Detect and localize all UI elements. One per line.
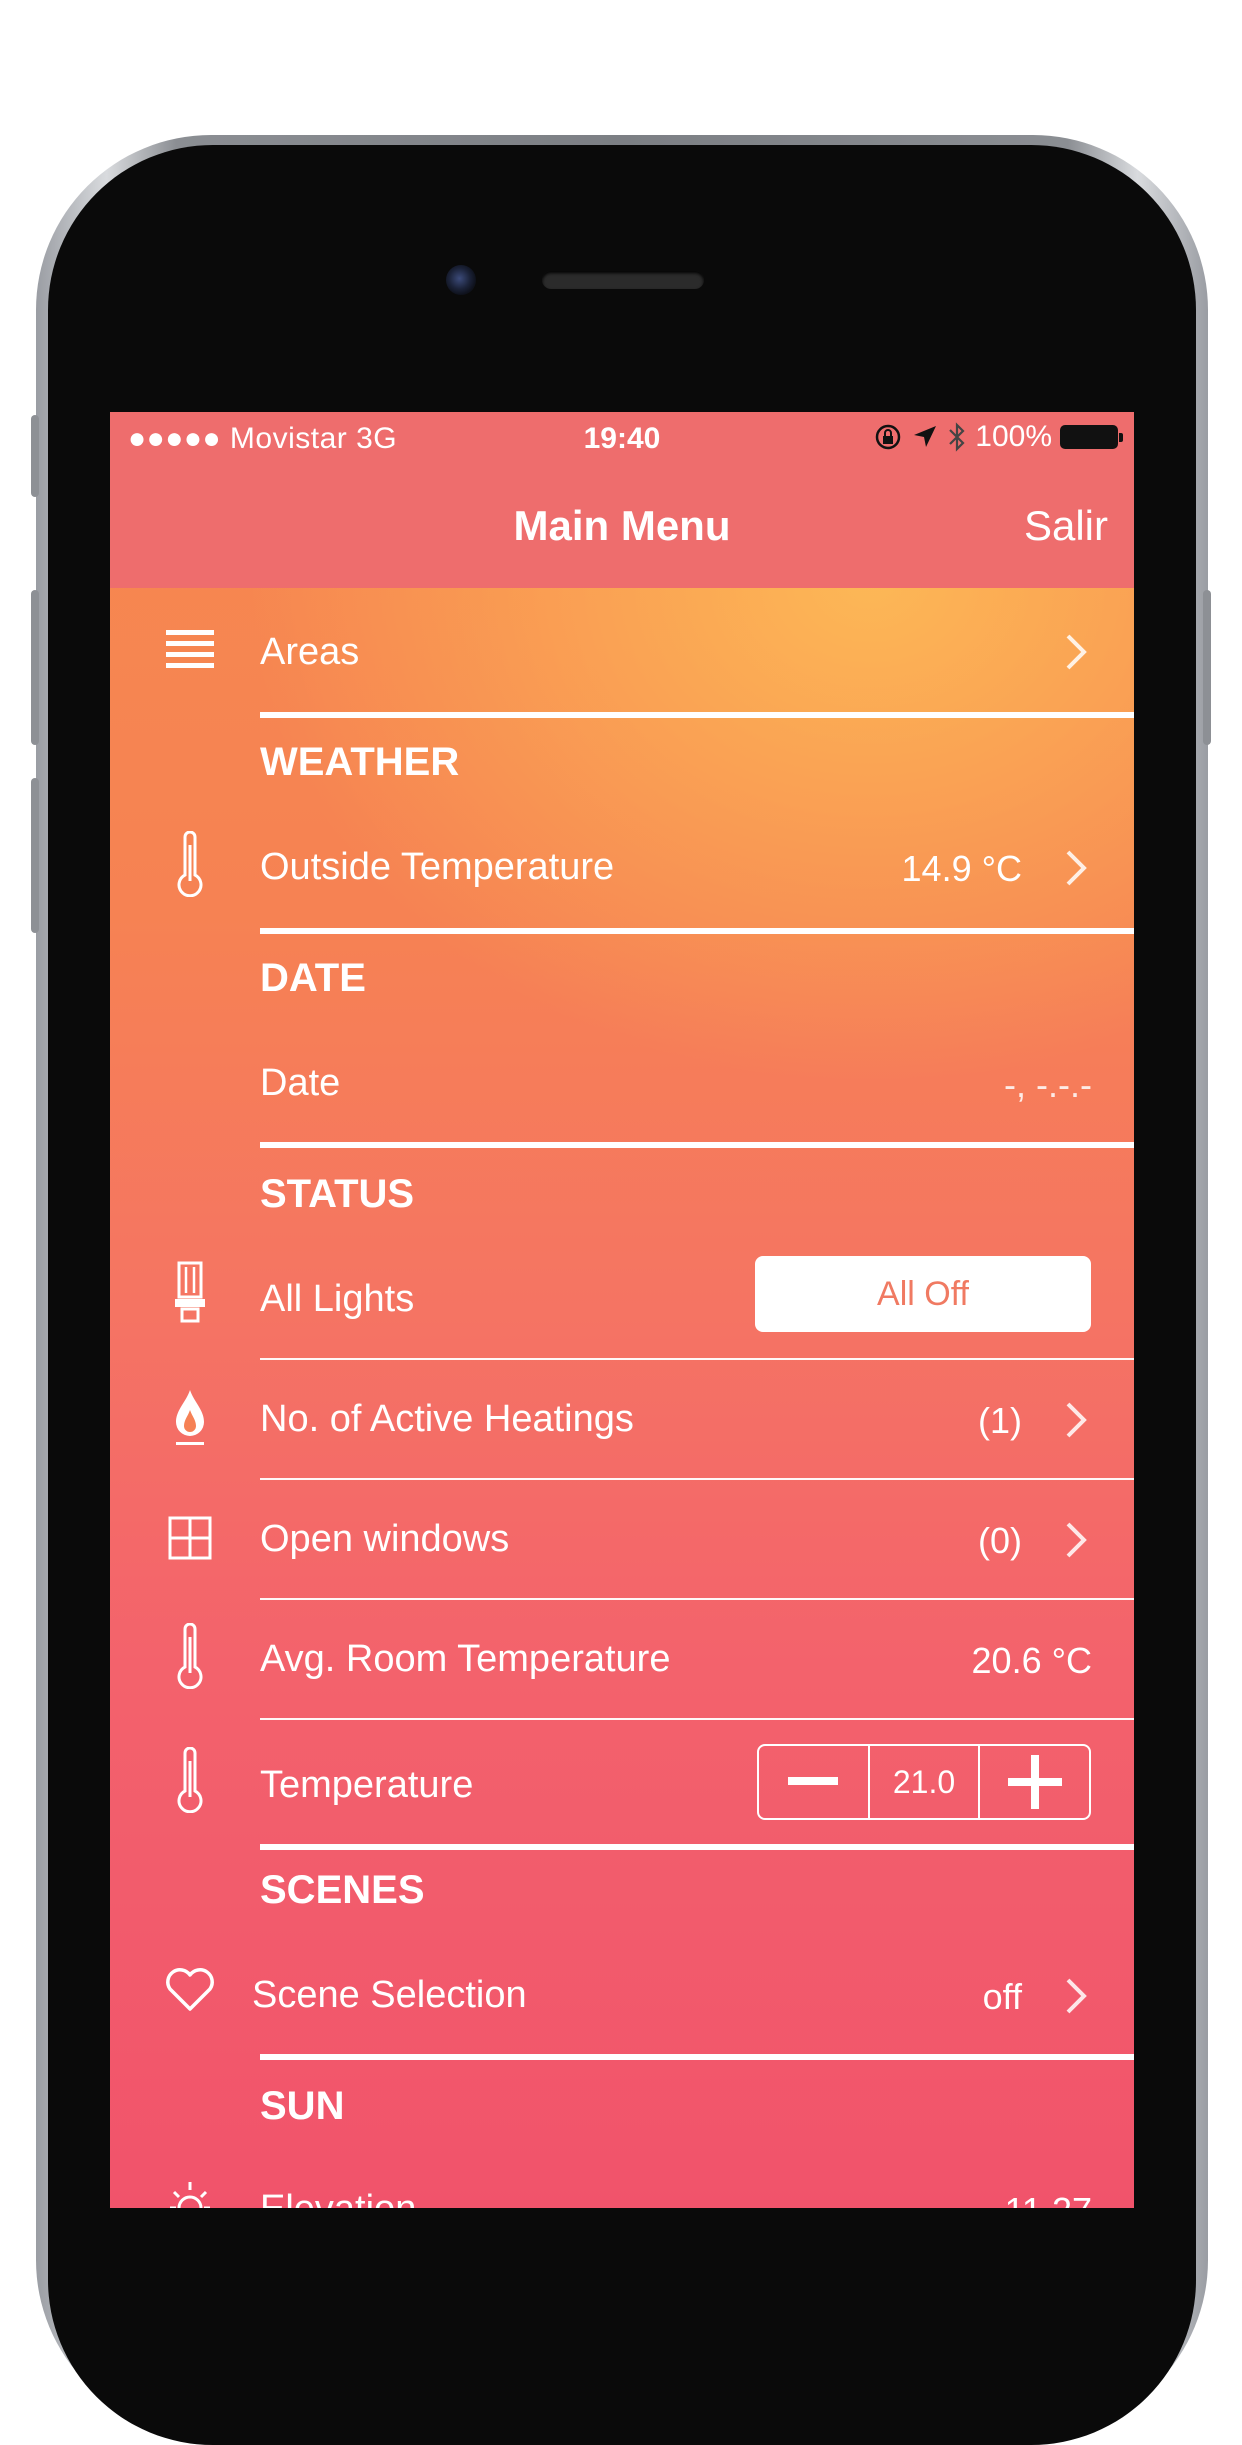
- avg-room-temperature-label: Avg. Room Temperature: [260, 1638, 671, 1680]
- all-off-button[interactable]: All Off: [755, 1256, 1091, 1332]
- front-camera: [446, 265, 476, 295]
- section-header-date: DATE: [260, 956, 366, 1000]
- chevron-right-icon: [1066, 634, 1087, 670]
- scene-selection-value: off: [982, 1976, 1022, 2017]
- chevron-right-icon: [1066, 1978, 1087, 2014]
- elevation-value: 11.27: [1005, 2190, 1092, 2208]
- section-header-status: STATUS: [260, 1172, 415, 1216]
- list-item-all-lights: All Lights All Off: [110, 1232, 1134, 1358]
- avg-room-temperature-value: 20.6 °C: [971, 1640, 1092, 1681]
- divider: [260, 928, 1134, 934]
- areas-label: Areas: [260, 631, 360, 673]
- temperature-stepper: 21.0: [757, 1744, 1091, 1820]
- orientation-lock-icon: [876, 424, 901, 450]
- heart-icon: [160, 1960, 220, 2020]
- section-header-weather: WEATHER: [260, 740, 460, 784]
- battery-icon: [1060, 425, 1123, 449]
- thermometer-icon: [160, 1747, 220, 1813]
- section-header-sun: SUN: [260, 2084, 345, 2128]
- list-item-scene-selection[interactable]: Scene Selection off: [110, 1930, 1134, 2054]
- open-windows-value: (0): [978, 1520, 1022, 1561]
- list-item-open-windows[interactable]: Open windows (0): [110, 1480, 1134, 1598]
- list-item-temperature: Temperature 21.0: [110, 1720, 1134, 1848]
- volume-up-button: [31, 590, 39, 745]
- list-lines-icon: [160, 620, 220, 680]
- chevron-right-icon: [1066, 1522, 1087, 1558]
- window-icon: [160, 1508, 220, 1568]
- status-bar: ●●●●● Movistar 3G 19:40 100%: [110, 412, 1134, 468]
- earpiece-speaker: [542, 271, 704, 289]
- divider: [260, 1142, 1134, 1148]
- volume-down-button: [31, 778, 39, 933]
- bluetooth-icon: [949, 422, 965, 452]
- section-header-scenes: SCENES: [260, 1868, 425, 1912]
- date-value: -, -.-.-: [1004, 1064, 1092, 1105]
- active-heatings-value: (1): [978, 1400, 1022, 1441]
- list-item-date: Date -, -.-.-: [110, 1018, 1134, 1142]
- outside-temperature-value: 14.9 °C: [901, 848, 1022, 889]
- increment-button[interactable]: [980, 1746, 1089, 1818]
- list-item-avg-room-temperature: Avg. Room Temperature 20.6 °C: [110, 1600, 1134, 1718]
- open-windows-label: Open windows: [260, 1518, 510, 1560]
- sun-icon: [160, 2172, 220, 2208]
- light-bulb-icon: [160, 1261, 220, 1324]
- status-right: 100%: [873, 420, 1123, 454]
- thermometer-icon: [160, 831, 220, 897]
- plus-icon: [1007, 1755, 1062, 1809]
- list-item-areas[interactable]: Areas: [110, 588, 1134, 716]
- logout-button[interactable]: Salir: [1024, 502, 1108, 550]
- outside-temperature-label: Outside Temperature: [260, 846, 615, 888]
- page-title: Main Menu: [513, 502, 731, 549]
- list-item-active-heatings[interactable]: No. of Active Heatings (1): [110, 1360, 1134, 1478]
- temperature-label: Temperature: [260, 1764, 474, 1806]
- scene-selection-label: Scene Selection: [252, 1974, 527, 2016]
- location-arrow-icon: [914, 426, 937, 447]
- flame-icon: [160, 1388, 220, 1448]
- battery-percent: 100%: [975, 420, 1052, 453]
- decrement-button[interactable]: [759, 1746, 868, 1818]
- active-heatings-label: No. of Active Heatings: [260, 1398, 634, 1440]
- mute-switch: [31, 415, 39, 497]
- thermometer-icon: [160, 1623, 220, 1689]
- list-item-outside-temperature[interactable]: Outside Temperature 14.9 °C: [110, 802, 1134, 926]
- chevron-right-icon: [1066, 1402, 1087, 1438]
- divider: [260, 2054, 1134, 2060]
- navigation-header: ●●●●● Movistar 3G 19:40 100% Main Menu S…: [110, 412, 1134, 588]
- list-item-elevation: Elevation 11.27: [110, 2146, 1134, 2208]
- app-screen: ●●●●● Movistar 3G 19:40 100% Main Menu S…: [110, 412, 1134, 2208]
- elevation-label: Elevation: [260, 2188, 416, 2208]
- divider: [260, 1844, 1134, 1850]
- divider: [260, 712, 1134, 718]
- chevron-right-icon: [1066, 850, 1087, 886]
- minus-icon: [788, 1777, 839, 1785]
- date-label: Date: [260, 1062, 341, 1104]
- temperature-setpoint: 21.0: [867, 1746, 981, 1818]
- all-lights-label: All Lights: [260, 1278, 415, 1320]
- power-button: [1203, 590, 1211, 745]
